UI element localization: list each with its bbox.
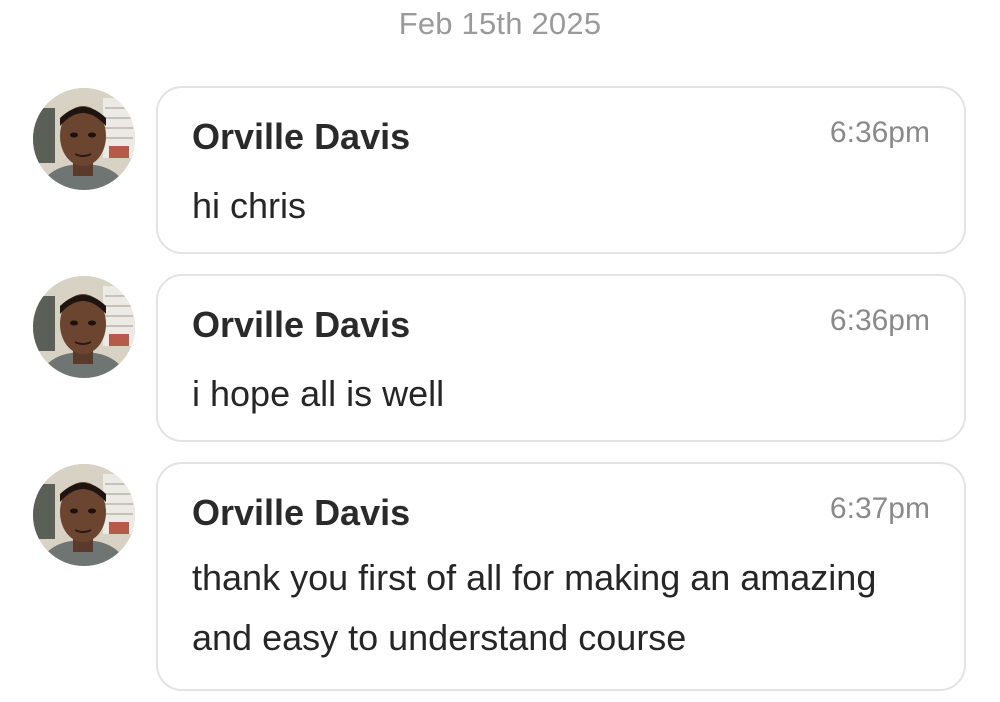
message-bubble[interactable]: Orville Davis 6:37pm thank you first of … bbox=[156, 462, 966, 691]
message-text: i hope all is well bbox=[192, 373, 445, 414]
avatar[interactable] bbox=[33, 276, 135, 378]
date-separator: Feb 15th 2025 bbox=[398, 6, 602, 41]
message-text: thank you first of all for making an ama… bbox=[192, 557, 877, 658]
message-bubble[interactable]: Orville Davis 6:36pm hi chris bbox=[156, 86, 966, 254]
message-text: hi chris bbox=[192, 185, 307, 226]
avatar-photo-icon bbox=[33, 464, 135, 566]
message-time: 6:36pm bbox=[829, 304, 930, 337]
chat-thread: Feb 15th 2025 Orville Davis 6:36pm hi ch… bbox=[0, 0, 1000, 702]
message-bubble[interactable]: Orville Davis 6:36pm i hope all is well bbox=[156, 274, 966, 442]
avatar[interactable] bbox=[33, 464, 135, 566]
sender-name[interactable]: Orville Davis bbox=[192, 492, 410, 534]
sender-name[interactable]: Orville Davis bbox=[192, 304, 410, 346]
sender-name[interactable]: Orville Davis bbox=[192, 116, 410, 158]
avatar-photo-icon bbox=[33, 88, 135, 190]
avatar[interactable] bbox=[33, 88, 135, 190]
avatar-photo-icon bbox=[33, 276, 135, 378]
message-time: 6:37pm bbox=[829, 492, 930, 525]
message-time: 6:36pm bbox=[829, 116, 930, 149]
